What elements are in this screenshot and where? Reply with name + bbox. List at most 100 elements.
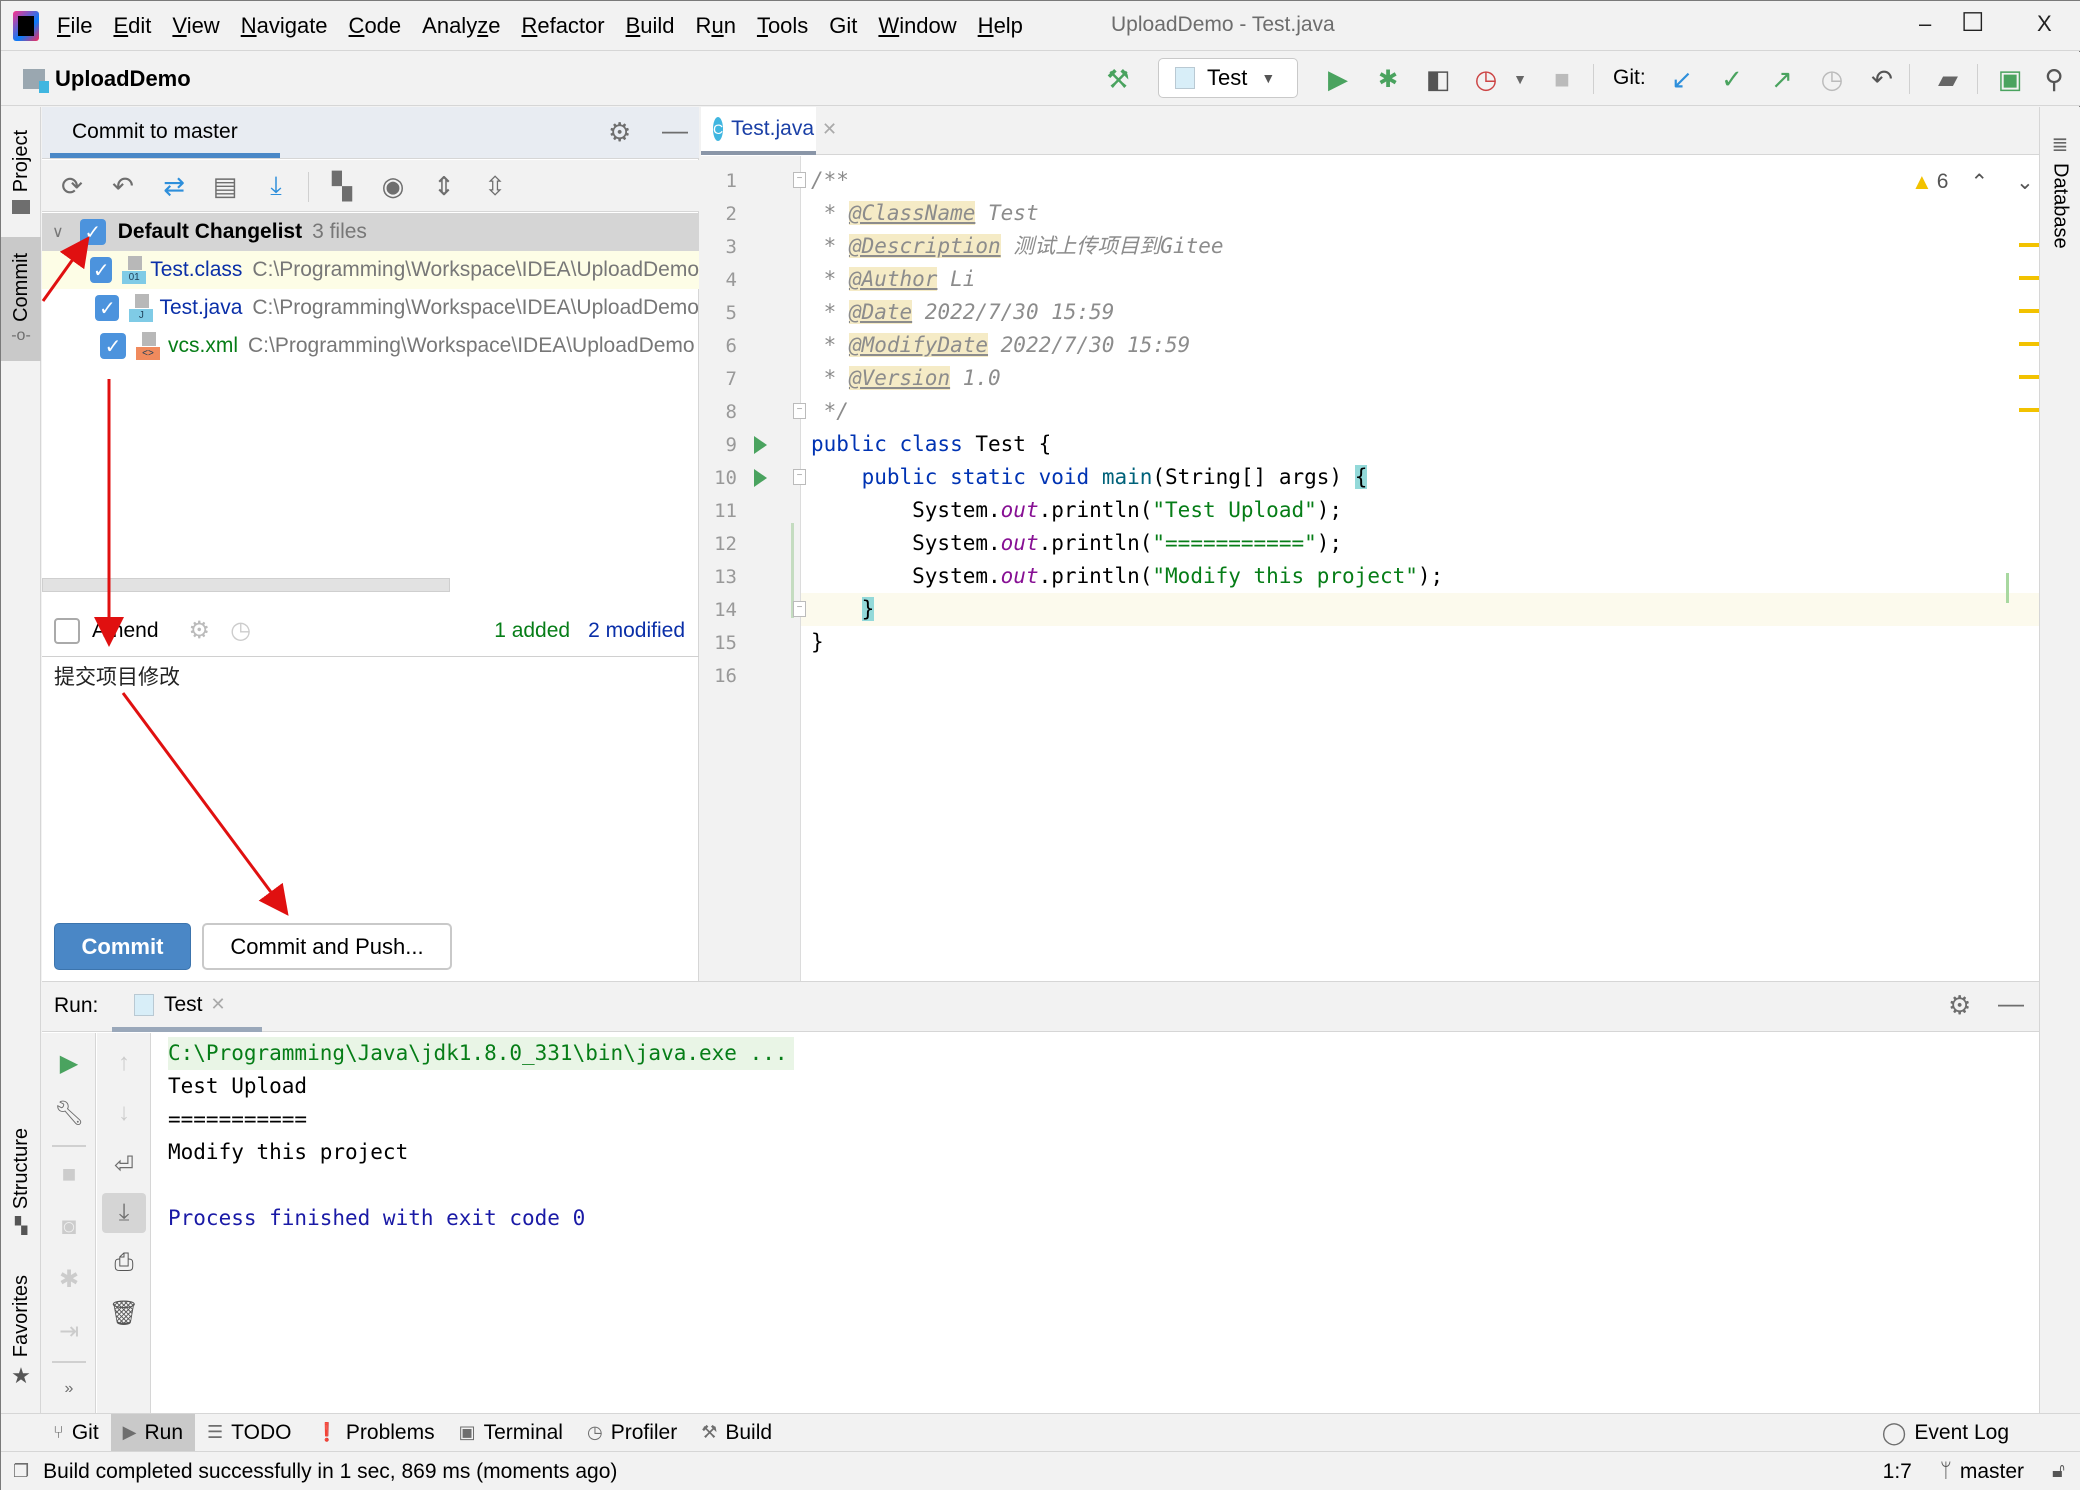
- project-structure-icon[interactable]: ▰: [1931, 62, 1965, 96]
- line-number[interactable]: 5: [701, 302, 737, 324]
- gear-icon[interactable]: ⚙: [1948, 990, 1971, 1021]
- changed-file-row[interactable]: ✓ 01 Test.class C:\Programming\Workspace\ID…: [42, 251, 699, 289]
- chevron-down-icon[interactable]: ∨: [52, 222, 64, 242]
- commit-history-clock-icon[interactable]: ◷: [230, 616, 251, 645]
- file-checkbox[interactable]: ✓: [90, 257, 113, 283]
- run-with-coverage-icon[interactable]: ◧: [1421, 62, 1455, 96]
- fold-marker-icon[interactable]: −: [793, 601, 806, 617]
- changelist-icon[interactable]: ▤: [209, 170, 241, 202]
- menu-git[interactable]: Git: [829, 13, 857, 39]
- profile-dropdown-icon[interactable]: ▼: [1503, 62, 1537, 96]
- next-highlight-icon[interactable]: ⌄: [2016, 170, 2034, 195]
- build-hammer-icon[interactable]: ⚒: [1101, 62, 1135, 96]
- run-anything-icon[interactable]: ▣: [1993, 62, 2027, 96]
- caret-position[interactable]: 1:7: [1883, 1460, 1912, 1484]
- rerun-icon[interactable]: ▶: [42, 1043, 96, 1083]
- project-breadcrumb[interactable]: UploadDemo: [55, 66, 191, 92]
- tool-tab-database[interactable]: ≣ Database: [2040, 125, 2080, 255]
- file-checkbox[interactable]: ✓: [95, 295, 120, 321]
- collapse-all-icon[interactable]: ⇳: [479, 170, 511, 202]
- gear-icon[interactable]: ⚙: [608, 117, 631, 148]
- read-only-lock-icon[interactable]: 🔓︎: [2052, 1460, 2065, 1483]
- maximize-button[interactable]: ☐: [1961, 7, 1984, 38]
- git-commit-icon[interactable]: ✓: [1715, 62, 1749, 96]
- close-button[interactable]: X: [2037, 11, 2052, 37]
- code-line[interactable]: * @ClassName Test: [811, 197, 1039, 230]
- search-icon[interactable]: ⚲: [2037, 62, 2071, 96]
- git-branch[interactable]: master: [1960, 1460, 2024, 1484]
- inspection-widget[interactable]: ▲ 6 ⌃ ⌄: [1911, 169, 2034, 195]
- fold-marker-icon[interactable]: −: [793, 469, 806, 485]
- code-line[interactable]: System.out.println("Test Upload");: [811, 494, 1342, 527]
- line-number[interactable]: 2: [701, 203, 737, 225]
- shelve-icon[interactable]: ⤓: [260, 170, 292, 202]
- changed-file-row[interactable]: ✓ <> vcs.xml C:\Programming\Workspace\IDEA\…: [42, 327, 699, 365]
- line-number[interactable]: 13: [701, 566, 737, 588]
- event-log-tab[interactable]: ◯ Event Log: [1870, 1414, 2021, 1452]
- code-line[interactable]: public static void main(String[] args) {: [811, 461, 1368, 494]
- line-number[interactable]: 10: [701, 467, 737, 489]
- line-number[interactable]: 3: [701, 236, 737, 258]
- code-line[interactable]: * @Author Li: [811, 263, 975, 296]
- close-tab-icon[interactable]: ✕: [211, 994, 226, 1015]
- run-configuration-select[interactable]: Test ▼: [1158, 58, 1298, 98]
- fold-marker-icon[interactable]: −: [793, 403, 806, 419]
- code-line[interactable]: public class Test {: [811, 428, 1051, 461]
- code-line[interactable]: }: [811, 626, 824, 659]
- previous-highlight-icon[interactable]: ⌃: [1970, 170, 1988, 195]
- menu-code[interactable]: Code: [349, 13, 402, 39]
- status-toggle-icon[interactable]: ❐: [13, 1461, 29, 1482]
- close-tab-icon[interactable]: ✕: [822, 119, 837, 140]
- file-checkbox[interactable]: ✓: [100, 333, 126, 359]
- line-number[interactable]: 7: [701, 368, 737, 390]
- warning-stripe-marker[interactable]: [2019, 342, 2039, 346]
- menu-analyze[interactable]: Analyze: [422, 13, 500, 39]
- scroll-down-arrow-icon[interactable]: ↓: [97, 1093, 151, 1133]
- line-number[interactable]: 11: [701, 500, 737, 522]
- warning-stripe-marker[interactable]: [2019, 309, 2039, 313]
- amend-checkbox[interactable]: [54, 617, 80, 644]
- commit-and-push-button[interactable]: Commit and Push...: [202, 923, 452, 970]
- commit-button[interactable]: Commit: [54, 923, 191, 970]
- profile-icon[interactable]: ◷: [1469, 62, 1503, 96]
- hide-panel-icon[interactable]: —: [1998, 988, 2024, 1019]
- line-number[interactable]: 4: [701, 269, 737, 291]
- code-line[interactable]: * @Date 2022/7/30 15:59: [811, 296, 1114, 329]
- git-push-icon[interactable]: ↗: [1765, 62, 1799, 96]
- tool-tab-structure[interactable]: Structure ▚: [1, 1117, 41, 1247]
- tool-tab-run[interactable]: ▶ Run: [110, 1413, 196, 1452]
- code-line[interactable]: * @Description 测试上传项目到Gitee: [811, 230, 1224, 263]
- tool-tab-problems[interactable]: ❗ Problems: [303, 1414, 446, 1452]
- debug-icon[interactable]: ✱: [42, 1259, 96, 1299]
- tool-tab-commit[interactable]: Commit -o-: [1, 237, 41, 361]
- run-gutter-icon[interactable]: [754, 436, 767, 454]
- refresh-icon[interactable]: ⟳: [56, 170, 88, 202]
- changelist-checkbox[interactable]: ✓: [79, 219, 106, 245]
- debug-bug-icon[interactable]: ✱: [1371, 62, 1405, 96]
- line-number[interactable]: 8: [701, 401, 737, 423]
- amend-label[interactable]: Amend: [92, 619, 159, 643]
- status-message[interactable]: Build completed successfully in 1 sec, 8…: [43, 1460, 617, 1484]
- menu-navigate[interactable]: Navigate: [241, 13, 328, 39]
- tool-tab-favorites[interactable]: Favorites ★: [1, 1267, 41, 1397]
- more-actions-icon[interactable]: »: [42, 1369, 96, 1409]
- line-number[interactable]: 9: [701, 434, 737, 456]
- commit-panel-title[interactable]: Commit to master: [72, 120, 238, 144]
- code-line[interactable]: /**: [811, 164, 849, 197]
- rollback-icon[interactable]: ↶: [107, 170, 139, 202]
- editor-tab-test-java[interactable]: C Test.java ✕: [701, 107, 837, 155]
- warning-stripe-marker[interactable]: [2019, 243, 2039, 247]
- hide-panel-icon[interactable]: —: [662, 115, 688, 146]
- code-line[interactable]: System.out.println("===========");: [811, 527, 1342, 560]
- trash-icon[interactable]: 🗑︎: [97, 1293, 151, 1333]
- commit-message-input[interactable]: 提交项目修改: [54, 657, 694, 917]
- console-output[interactable]: C:\Programming\Java\jdk1.8.0_331\bin\jav…: [152, 1033, 2039, 1414]
- code-line[interactable]: * @ModifyDate 2022/7/30 15:59: [811, 329, 1190, 362]
- menu-build[interactable]: Build: [626, 13, 675, 39]
- line-number[interactable]: 16: [701, 665, 737, 687]
- changelist-header[interactable]: ∨ ✓ Default Changelist 3 files: [42, 213, 699, 251]
- menu-window[interactable]: Window: [878, 13, 956, 39]
- menu-run[interactable]: Run: [696, 13, 736, 39]
- line-number[interactable]: 14: [701, 599, 737, 621]
- camera-icon[interactable]: ◙: [42, 1207, 96, 1247]
